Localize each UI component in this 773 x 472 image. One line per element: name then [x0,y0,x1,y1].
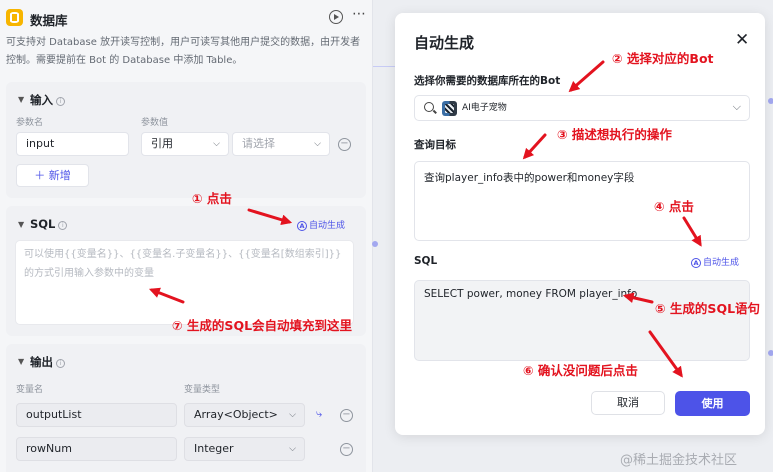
arrow-3 [522,133,547,160]
arrow-5 [622,292,654,304]
arrow-4 [682,216,702,247]
watermark: @稀土掘金技术社区 [620,453,738,468]
annotation-step-5: ⑤ 生成的SQL语句 [655,301,761,316]
annotation-step-3: ③ 描述想执行的操作 [557,127,672,142]
annotation-step-6: ⑥ 确认没问题后点击 [523,363,638,378]
annotation-step-7: ⑦ 生成的SQL会自动填充到这里 [172,318,353,333]
annotation-arrows [148,60,702,378]
arrow-2 [568,60,605,93]
arrow-1 [247,208,293,225]
annotation-step-2: ② 选择对应的Bot [612,51,714,66]
annotation-step-1: ① 点击 [192,191,232,206]
arrow-6 [648,330,683,378]
arrow-7 [148,287,185,304]
annotation-step-4: ④ 点击 [654,199,694,214]
